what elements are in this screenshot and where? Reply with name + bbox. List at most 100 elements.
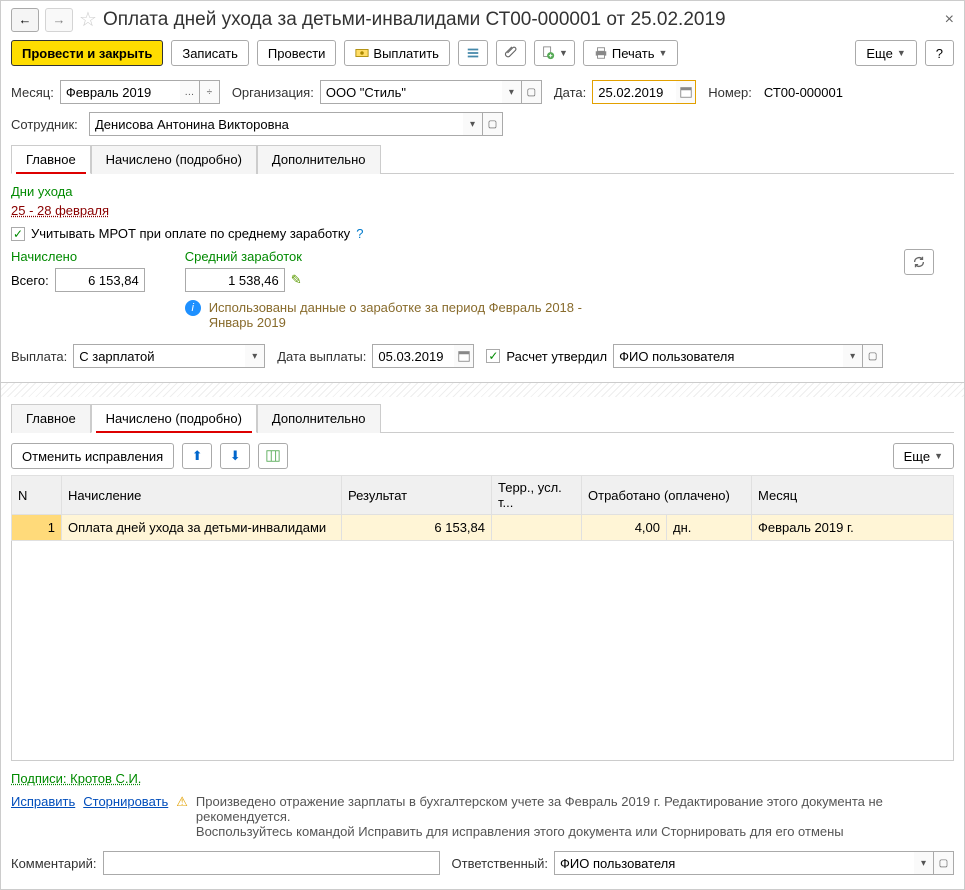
- fix-link[interactable]: Исправить: [11, 794, 75, 839]
- col-terr[interactable]: Терр., усл. т...: [492, 476, 582, 515]
- warning-text: Произведено отражение зарплаты в бухгалт…: [196, 794, 954, 839]
- number-label: Номер:: [708, 85, 752, 100]
- list-button[interactable]: [458, 40, 488, 66]
- col-n[interactable]: N: [12, 476, 62, 515]
- approved-checkbox[interactable]: ✓: [486, 349, 500, 363]
- tab-extra[interactable]: Дополнительно: [257, 145, 381, 174]
- tabs-upper: Главное Начислено (подробно) Дополнитель…: [11, 144, 954, 174]
- tab-details[interactable]: Начислено (подробно): [91, 145, 257, 174]
- money-icon: [355, 46, 369, 60]
- favorite-star-icon[interactable]: ☆: [79, 7, 97, 32]
- table-empty-area: [11, 541, 954, 761]
- mrot-label: Учитывать МРОТ при оплате по среднему за…: [31, 226, 350, 241]
- post-and-close-button[interactable]: Провести и закрыть: [11, 40, 163, 66]
- info-icon: i: [185, 300, 201, 316]
- help-icon[interactable]: ?: [356, 226, 363, 241]
- columns-button[interactable]: [258, 443, 288, 469]
- pay-date-input[interactable]: [372, 344, 474, 368]
- col-month[interactable]: Месяц: [752, 476, 954, 515]
- grid-icon: [266, 449, 280, 463]
- pay-type-input[interactable]: ▾: [73, 344, 265, 368]
- list-icon: [466, 46, 480, 60]
- pay-button[interactable]: Выплатить: [344, 40, 450, 66]
- save-button[interactable]: Записать: [171, 40, 249, 66]
- create-from-button[interactable]: ▼: [534, 40, 575, 66]
- nav-back-button[interactable]: ←: [11, 8, 39, 32]
- calendar-icon[interactable]: [676, 80, 696, 104]
- calendar-icon[interactable]: [454, 344, 474, 368]
- arrow-up-icon: ⬆: [192, 448, 203, 464]
- pay-date-label: Дата выплаты:: [277, 349, 366, 364]
- move-up-button[interactable]: ⬆: [182, 443, 212, 469]
- chevron-down-icon[interactable]: ▾: [245, 344, 265, 368]
- col-accrual[interactable]: Начисление: [62, 476, 342, 515]
- days-range-link[interactable]: 25 - 28 февраля: [11, 203, 109, 218]
- open-icon[interactable]: ▢: [522, 80, 542, 104]
- avg-input[interactable]: [185, 268, 285, 292]
- employee-label: Сотрудник:: [11, 117, 83, 132]
- tab-details-2[interactable]: Начислено (подробно): [91, 404, 257, 433]
- cancel-fix-button[interactable]: Отменить исправления: [11, 443, 174, 469]
- chevron-down-icon: ▼: [658, 48, 667, 58]
- employee-input[interactable]: ▾ ▢: [89, 112, 503, 136]
- chevron-down-icon[interactable]: ▾: [502, 80, 522, 104]
- open-icon[interactable]: ▢: [483, 112, 503, 136]
- edit-icon[interactable]: ✎: [291, 272, 302, 288]
- arrow-down-icon: ⬇: [230, 448, 241, 464]
- chevron-down-icon[interactable]: ▾: [843, 344, 863, 368]
- help-button[interactable]: ?: [925, 40, 954, 66]
- pay-label: Выплата:: [11, 349, 67, 364]
- org-label: Организация:: [232, 85, 314, 100]
- page-title: Оплата дней ухода за детьми-инвалидами С…: [103, 9, 726, 31]
- avg-header: Средний заработок: [185, 249, 589, 264]
- col-worked[interactable]: Отработано (оплачено): [582, 476, 752, 515]
- main-tab-content: Дни ухода 25 - 28 февраля ✓ Учитывать МР…: [11, 184, 954, 368]
- days-header: Дни ухода: [11, 184, 954, 199]
- responsible-label: Ответственный:: [452, 856, 548, 871]
- comment-label: Комментарий:: [11, 856, 97, 871]
- table-row[interactable]: 1 Оплата дней ухода за детьми-инвалидами…: [12, 515, 954, 541]
- tab-extra-2[interactable]: Дополнительно: [257, 404, 381, 433]
- doc-plus-icon: [541, 46, 555, 60]
- comment-input[interactable]: [103, 851, 440, 875]
- total-label: Всего:: [11, 273, 49, 288]
- org-input[interactable]: ▾ ▢: [320, 80, 542, 104]
- signatures-link[interactable]: Подписи: Кротов С.И.: [11, 771, 141, 786]
- chevron-down-icon: ▼: [897, 48, 906, 58]
- paperclip-icon: [504, 46, 518, 60]
- date-input[interactable]: [592, 80, 696, 104]
- attach-button[interactable]: [496, 40, 526, 66]
- more-button-2[interactable]: Еще ▼: [893, 443, 954, 469]
- approved-by-input[interactable]: ▾ ▢: [613, 344, 883, 368]
- month-input[interactable]: … ÷: [60, 80, 220, 104]
- post-button[interactable]: Провести: [257, 40, 337, 66]
- open-icon[interactable]: ▢: [934, 851, 954, 875]
- more-button[interactable]: Еще ▼: [855, 40, 916, 66]
- nav-forward-button[interactable]: →: [45, 8, 73, 32]
- number-field: [758, 80, 858, 104]
- storno-link[interactable]: Сторнировать: [83, 794, 168, 839]
- chevron-down-icon[interactable]: ▾: [463, 112, 483, 136]
- open-icon[interactable]: ▢: [863, 344, 883, 368]
- col-result[interactable]: Результат: [342, 476, 492, 515]
- ellipsis-icon[interactable]: …: [180, 80, 200, 104]
- total-input[interactable]: [55, 268, 145, 292]
- chevron-down-icon[interactable]: ▾: [914, 851, 934, 875]
- accrued-header: Начислено: [11, 249, 145, 264]
- mrot-checkbox[interactable]: ✓: [11, 227, 25, 241]
- tabs-lower: Главное Начислено (подробно) Дополнитель…: [11, 403, 954, 433]
- date-label: Дата:: [554, 85, 586, 100]
- chevron-down-icon: ▼: [559, 48, 568, 58]
- print-button[interactable]: Печать ▼: [583, 40, 679, 66]
- close-icon[interactable]: ×: [945, 11, 954, 29]
- tab-main-2[interactable]: Главное: [11, 404, 91, 433]
- month-label: Месяц:: [11, 85, 54, 100]
- refresh-button[interactable]: [904, 249, 934, 275]
- torn-divider: [0, 383, 965, 397]
- responsible-input[interactable]: ▾ ▢: [554, 851, 954, 875]
- printer-icon: [594, 46, 608, 60]
- chevron-down-icon: ▼: [934, 451, 943, 461]
- move-down-button[interactable]: ⬇: [220, 443, 250, 469]
- tab-main[interactable]: Главное: [11, 145, 91, 174]
- stepper-icon[interactable]: ÷: [200, 80, 220, 104]
